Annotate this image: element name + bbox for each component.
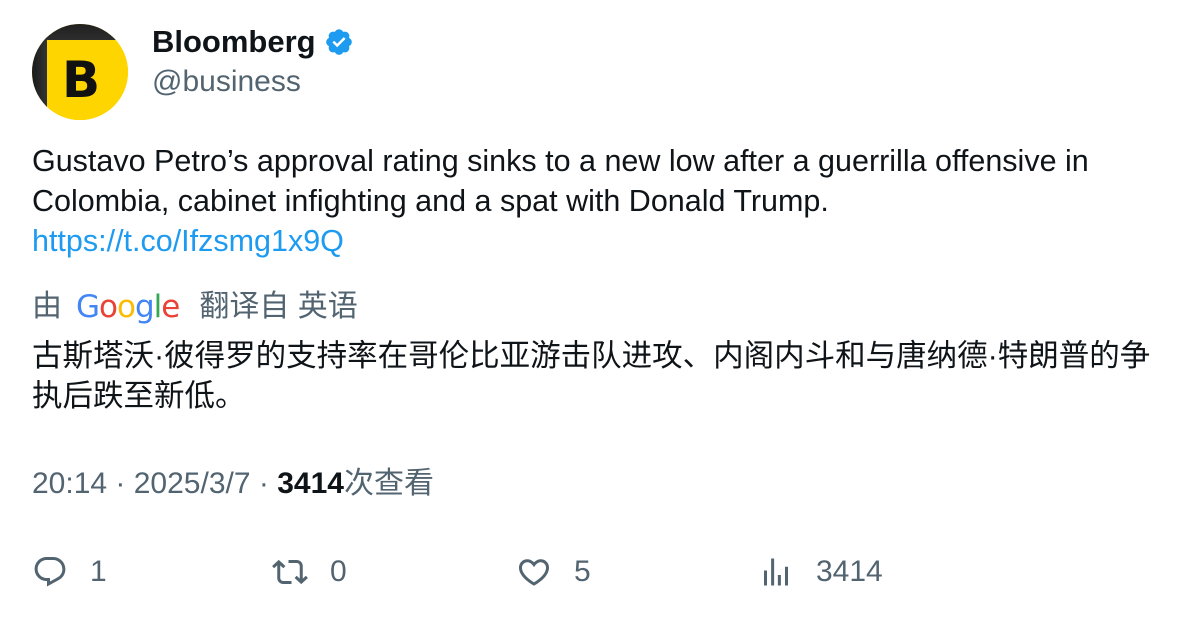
tweet-card: B Bloomberg @business Gustavo Petro’s ap… [0, 0, 1196, 618]
translation-prefix: 由 [32, 290, 62, 323]
retweet-count: 0 [330, 555, 347, 588]
translated-text: 古斯塔沃·彼得罗的支持率在哥伦比亚游击队进攻、内阁内斗和与唐纳德·特朗普的争执后… [32, 339, 1151, 413]
views-label: 次查看 [343, 467, 434, 500]
reply-icon [34, 557, 66, 587]
heart-icon [518, 559, 550, 586]
like-count: 5 [574, 555, 591, 588]
views-chart-icon [764, 558, 788, 586]
tweet-meta: 20:14 · 2025/3/7 · 3414次查看 [32, 464, 434, 504]
views-button[interactable]: 3414 [758, 552, 883, 592]
tweet-link[interactable]: https://t.co/Ifzsmg1x9Q [32, 224, 344, 258]
tweet-text-content: Gustavo Petro’s approval rating sinks to… [32, 144, 1089, 218]
verified-badge-icon [325, 29, 352, 55]
reply-count: 1 [90, 555, 107, 588]
translation-source-language: 翻译自 英语 [199, 290, 358, 323]
avatar-logo-letter: B [48, 40, 128, 120]
retweet-icon [272, 559, 308, 585]
author-handle[interactable]: @business [152, 62, 301, 102]
action-bar: 1 0 5 3414 [32, 552, 1162, 592]
meta-separator: · [258, 467, 278, 500]
translation-attribution: 由 Google 翻译自 英语 [32, 287, 358, 327]
tweet-text: Gustavo Petro’s approval rating sinks to… [32, 141, 1162, 261]
tweet-time[interactable]: 20:14 [32, 467, 107, 500]
views-count: 3414 [277, 467, 344, 500]
reply-button[interactable]: 1 [32, 552, 107, 592]
author-display-name[interactable]: Bloomberg [152, 22, 316, 62]
retweet-button[interactable]: 0 [272, 552, 347, 592]
author-name-row: Bloomberg [152, 22, 354, 62]
meta-separator: · [115, 467, 134, 500]
avatar[interactable]: B [32, 24, 128, 120]
google-logo: Google [76, 289, 180, 325]
tweet-date[interactable]: 2025/3/7 [134, 467, 251, 500]
like-button[interactable]: 5 [516, 552, 591, 592]
views-action-count: 3414 [816, 555, 883, 588]
